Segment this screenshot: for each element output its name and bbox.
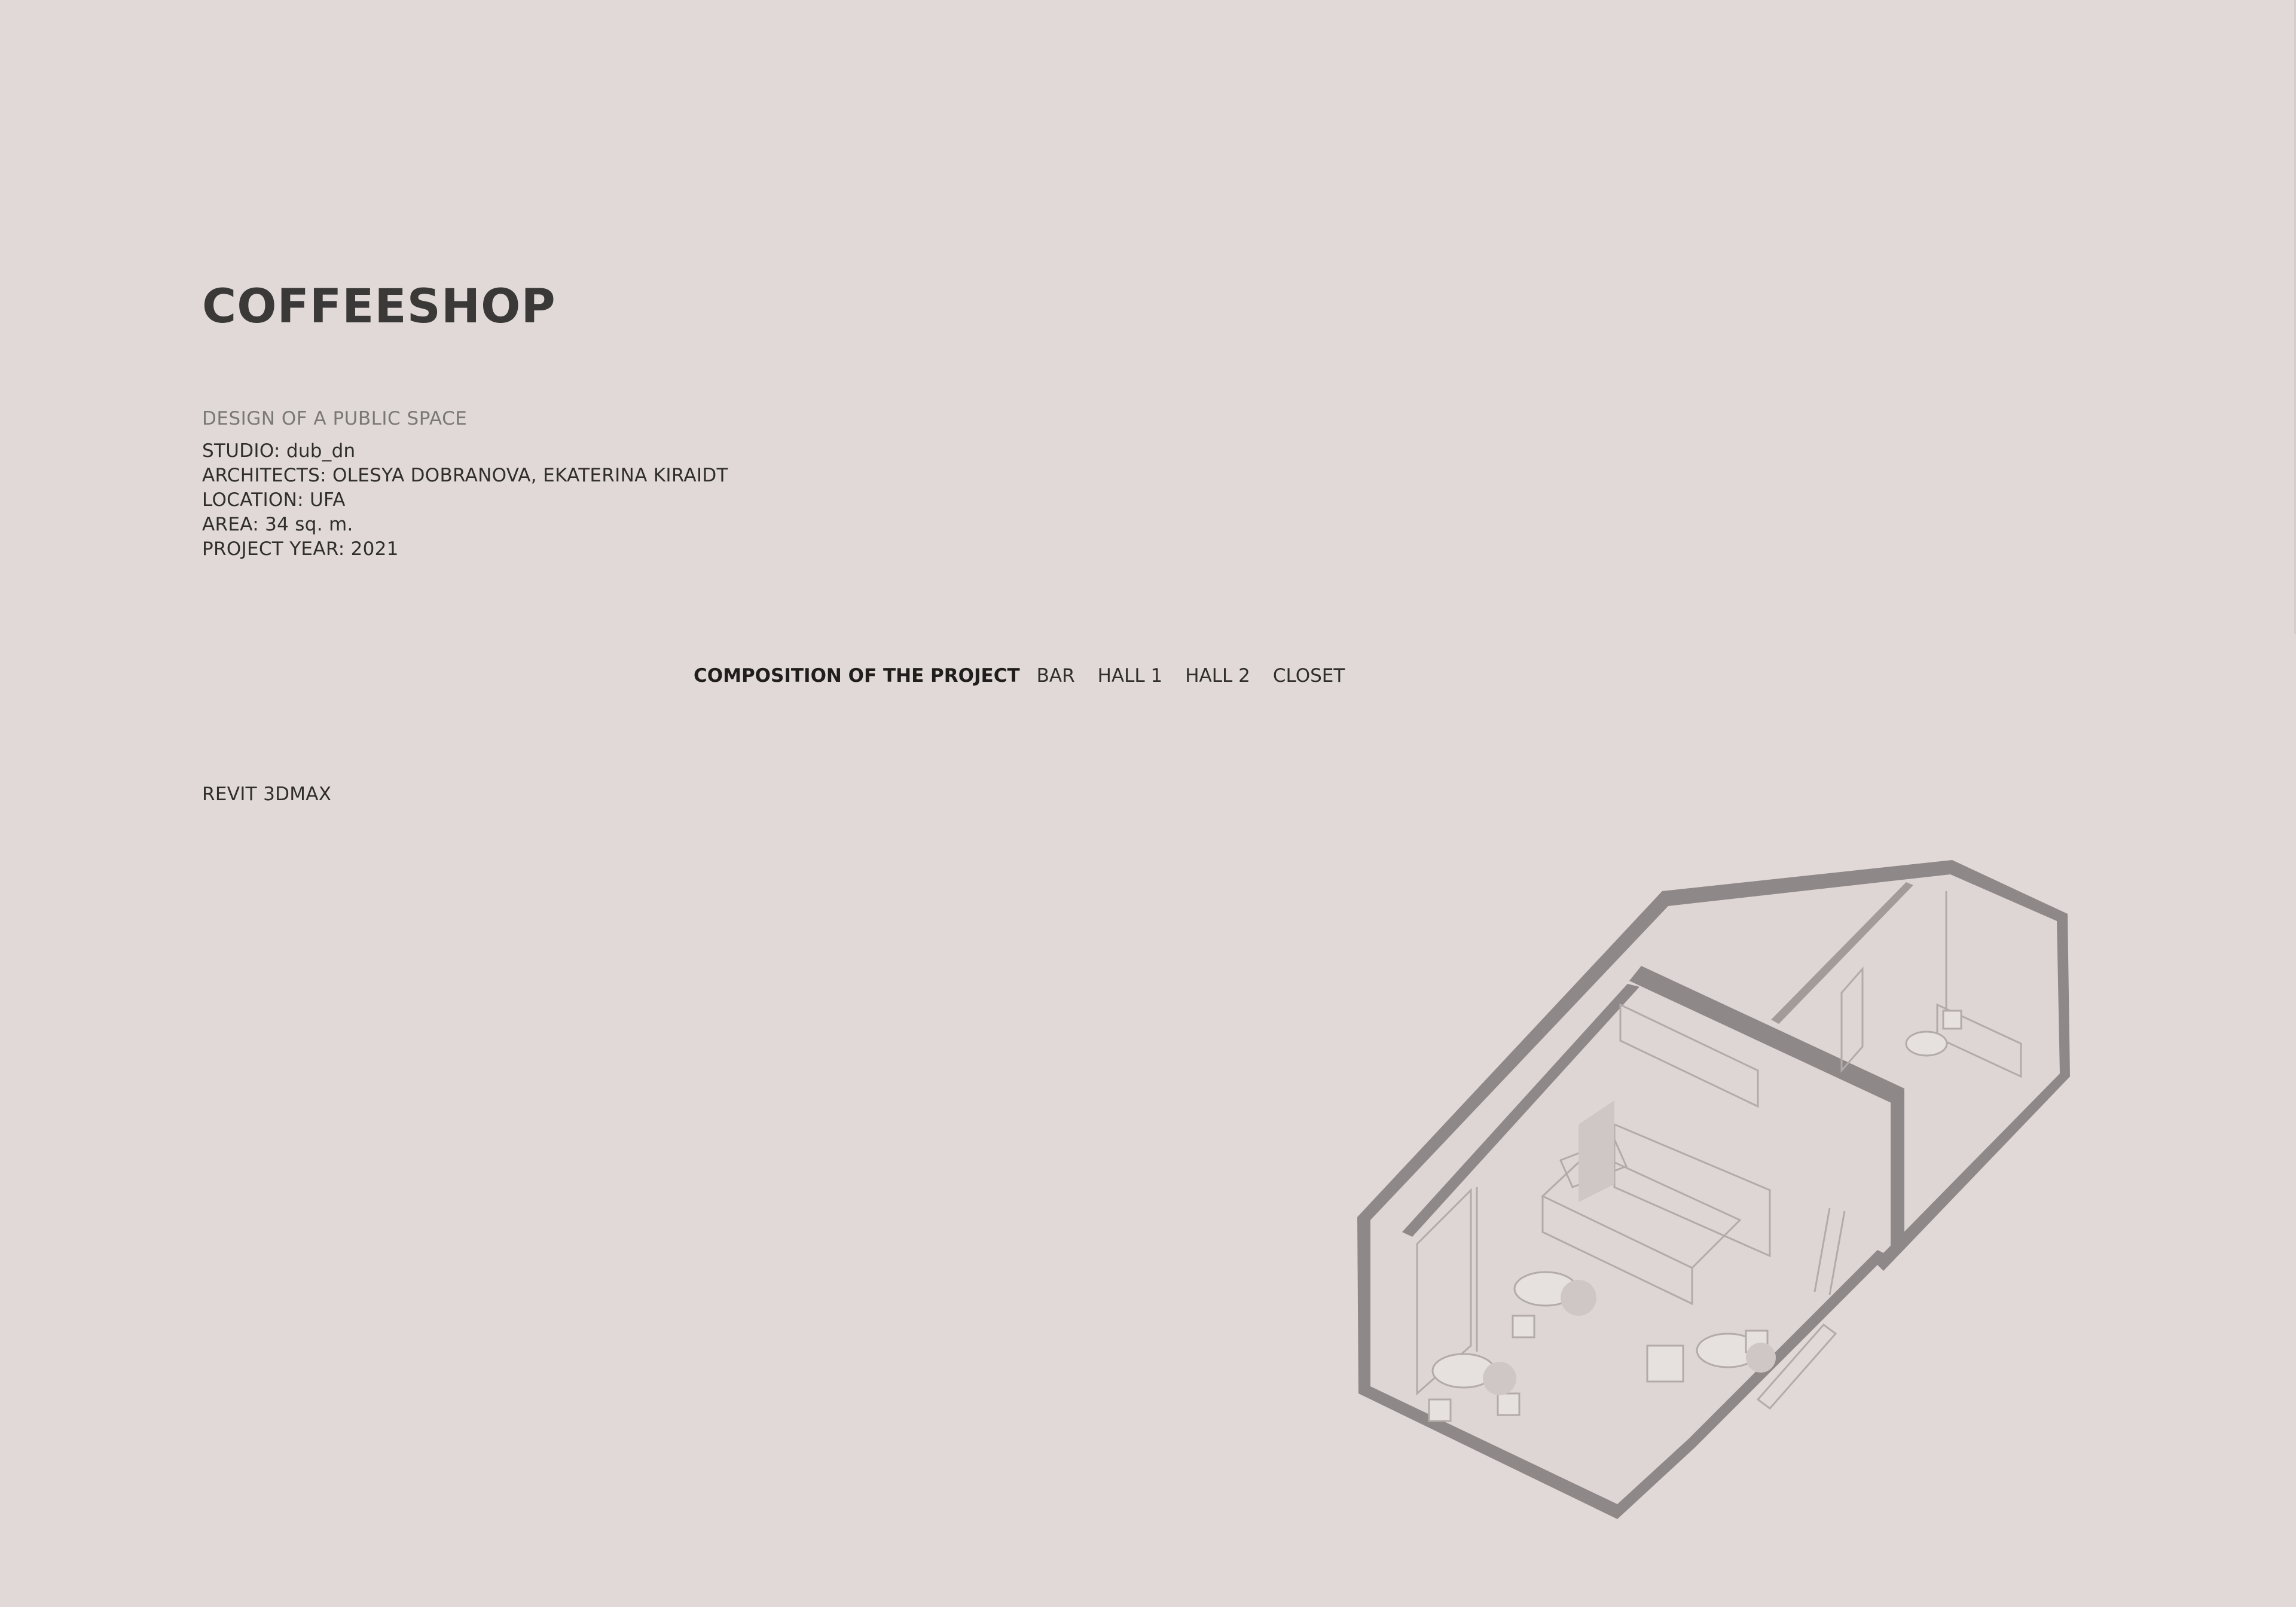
year-text: PROJECT YEAR: 2021 (202, 538, 399, 560)
axonometric-floor-plan (1357, 860, 2070, 1519)
location-text: LOCATION: UFA (202, 489, 346, 511)
armchair (1646, 1344, 1684, 1383)
nav-item-closet[interactable]: CLOSET (1273, 665, 1345, 687)
page-title: COFFEESHOP (202, 280, 556, 334)
table-shadow-3 (1746, 1343, 1776, 1373)
nav-item-bar[interactable]: BAR (1037, 665, 1075, 687)
chair-hall-2 (1942, 1010, 1962, 1030)
table-shadow-1 (1561, 1280, 1596, 1316)
page-subtitle: DESIGN OF A PUBLIC SPACE (202, 408, 468, 429)
software-label: REVIT 3DMAX (202, 783, 332, 805)
table-hall-2 (1905, 1030, 1948, 1057)
partition-wall-hall (1891, 1088, 1904, 1256)
chair-2 (1428, 1398, 1452, 1422)
project-info: STUDIO: dub_dn ARCHITECTS: OLESYA DOBRAN… (202, 439, 728, 562)
composition-heading: COMPOSITION OF THE PROJECT (694, 665, 1020, 687)
table-shadow-2 (1483, 1362, 1516, 1395)
area-text: AREA: 34 sq. m. (202, 514, 353, 535)
composition-nav: COMPOSITION OF THE PROJECT BAR HALL 1 HA… (694, 665, 1367, 687)
nav-item-hall-1[interactable]: HALL 1 (1098, 665, 1163, 687)
nav-item-hall-2[interactable]: HALL 2 (1185, 665, 1250, 687)
chair-1 (1512, 1315, 1535, 1338)
architects-text: ARCHITECTS: OLESYA DOBRANOVA, EKATERINA … (202, 465, 728, 486)
chair-3 (1497, 1392, 1521, 1416)
studio-text: STUDIO: dub_dn (202, 440, 356, 462)
